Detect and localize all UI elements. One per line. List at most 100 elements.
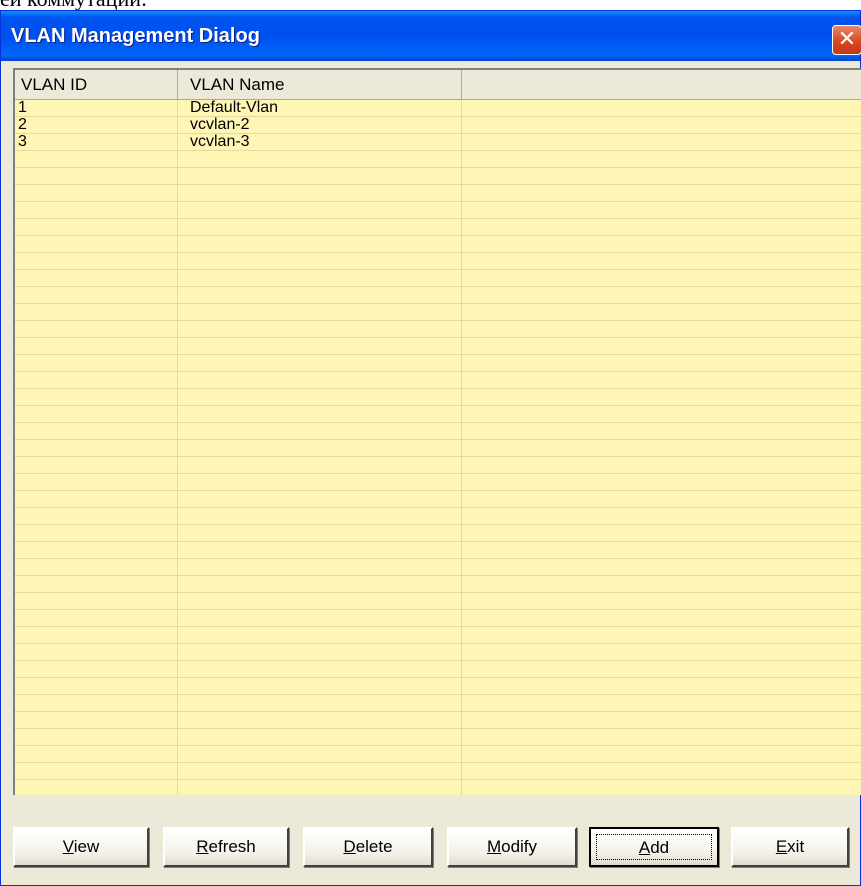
column-header-empty[interactable] bbox=[462, 70, 861, 99]
cell-vlan-name bbox=[178, 304, 462, 320]
table-row[interactable] bbox=[15, 253, 861, 270]
cell-empty bbox=[462, 474, 861, 490]
table-row[interactable] bbox=[15, 695, 861, 712]
table-row[interactable] bbox=[15, 185, 861, 202]
cell-vlan-name bbox=[178, 185, 462, 201]
modify-button[interactable]: Modify bbox=[447, 827, 577, 867]
table-row[interactable] bbox=[15, 542, 861, 559]
table-row[interactable] bbox=[15, 610, 861, 627]
cell-empty bbox=[462, 661, 861, 677]
table-row[interactable] bbox=[15, 593, 861, 610]
table-row[interactable] bbox=[15, 236, 861, 253]
column-header-vlan-name[interactable]: VLAN Name bbox=[178, 70, 462, 99]
table-row[interactable] bbox=[15, 474, 861, 491]
cell-vlan-id bbox=[15, 236, 178, 252]
table-row[interactable] bbox=[15, 389, 861, 406]
table-row[interactable] bbox=[15, 457, 861, 474]
cell-vlan-id bbox=[15, 491, 178, 507]
cell-empty bbox=[462, 593, 861, 609]
cell-vlan-name: vcvlan-2 bbox=[178, 117, 462, 133]
table-row[interactable] bbox=[15, 763, 861, 780]
cell-vlan-id bbox=[15, 270, 178, 286]
cell-vlan-id bbox=[15, 474, 178, 490]
table-row[interactable] bbox=[15, 270, 861, 287]
cell-vlan-name bbox=[178, 270, 462, 286]
cell-vlan-id bbox=[15, 202, 178, 218]
modify-button-label: Modify bbox=[487, 837, 537, 856]
cell-vlan-name bbox=[178, 355, 462, 371]
table-row[interactable] bbox=[15, 491, 861, 508]
cell-vlan-name bbox=[178, 525, 462, 541]
table-row[interactable] bbox=[15, 576, 861, 593]
table-row[interactable] bbox=[15, 355, 861, 372]
table-row[interactable] bbox=[15, 304, 861, 321]
cell-vlan-id bbox=[15, 763, 178, 779]
table-row[interactable] bbox=[15, 219, 861, 236]
table-row[interactable] bbox=[15, 202, 861, 219]
table-row[interactable] bbox=[15, 168, 861, 185]
title-bar[interactable]: VLAN Management Dialog ✕ bbox=[1, 11, 861, 61]
cell-vlan-name bbox=[178, 763, 462, 779]
cell-vlan-name bbox=[178, 372, 462, 388]
table-row[interactable] bbox=[15, 372, 861, 389]
refresh-button[interactable]: Refresh bbox=[163, 827, 289, 867]
table-row[interactable] bbox=[15, 406, 861, 423]
table-row[interactable] bbox=[15, 712, 861, 729]
cell-vlan-name bbox=[178, 151, 462, 167]
table-row[interactable] bbox=[15, 780, 861, 795]
refresh-button-label: Refresh bbox=[196, 837, 256, 856]
close-icon[interactable]: ✕ bbox=[832, 25, 861, 55]
cell-vlan-name bbox=[178, 508, 462, 524]
cell-vlan-name bbox=[178, 338, 462, 354]
add-button[interactable]: Add bbox=[589, 827, 719, 867]
cell-empty bbox=[462, 695, 861, 711]
list-header: VLAN ID VLAN Name bbox=[15, 70, 861, 100]
table-row[interactable]: 3 vcvlan-3 bbox=[15, 134, 861, 151]
cell-vlan-name bbox=[178, 661, 462, 677]
cell-empty bbox=[462, 134, 861, 150]
table-row[interactable] bbox=[15, 627, 861, 644]
label-text: xit bbox=[787, 837, 805, 856]
table-row[interactable] bbox=[15, 338, 861, 355]
table-row[interactable] bbox=[15, 321, 861, 338]
cell-vlan-name bbox=[178, 474, 462, 490]
table-row[interactable] bbox=[15, 508, 861, 525]
cell-vlan-name bbox=[178, 712, 462, 728]
cell-vlan-id bbox=[15, 287, 178, 303]
table-row[interactable]: 1 Default-Vlan bbox=[15, 100, 861, 117]
cell-empty bbox=[462, 746, 861, 762]
cell-empty bbox=[462, 508, 861, 524]
cell-vlan-name bbox=[178, 321, 462, 337]
vlan-list[interactable]: VLAN ID VLAN Name 1 Default-Vlan 2 vcvlan-2… bbox=[13, 68, 861, 795]
cell-empty bbox=[462, 627, 861, 643]
table-row[interactable] bbox=[15, 525, 861, 542]
label-text: efresh bbox=[208, 837, 256, 856]
mnemonic-letter: M bbox=[486, 837, 502, 856]
table-row[interactable] bbox=[15, 746, 861, 763]
view-button[interactable]: View bbox=[13, 827, 149, 867]
cell-vlan-name bbox=[178, 202, 462, 218]
add-button-label: Add bbox=[596, 834, 712, 860]
delete-button[interactable]: Delete bbox=[303, 827, 433, 867]
cell-vlan-id bbox=[15, 508, 178, 524]
cell-empty bbox=[462, 491, 861, 507]
cell-vlan-id bbox=[15, 168, 178, 184]
exit-button[interactable]: Exit bbox=[731, 827, 849, 867]
table-row[interactable] bbox=[15, 287, 861, 304]
table-row[interactable] bbox=[15, 729, 861, 746]
cell-vlan-name bbox=[178, 695, 462, 711]
label-text: odify bbox=[501, 837, 538, 856]
table-row[interactable] bbox=[15, 151, 861, 168]
table-row[interactable] bbox=[15, 678, 861, 695]
table-row[interactable] bbox=[15, 661, 861, 678]
cell-empty bbox=[462, 100, 861, 116]
table-row[interactable] bbox=[15, 423, 861, 440]
cell-vlan-name bbox=[178, 287, 462, 303]
column-header-vlan-id[interactable]: VLAN ID bbox=[15, 70, 178, 99]
mnemonic-letter: A bbox=[638, 838, 651, 857]
table-row[interactable] bbox=[15, 559, 861, 576]
table-row[interactable] bbox=[15, 644, 861, 661]
table-row[interactable]: 2 vcvlan-2 bbox=[15, 117, 861, 134]
cell-vlan-id bbox=[15, 338, 178, 354]
table-row[interactable] bbox=[15, 440, 861, 457]
